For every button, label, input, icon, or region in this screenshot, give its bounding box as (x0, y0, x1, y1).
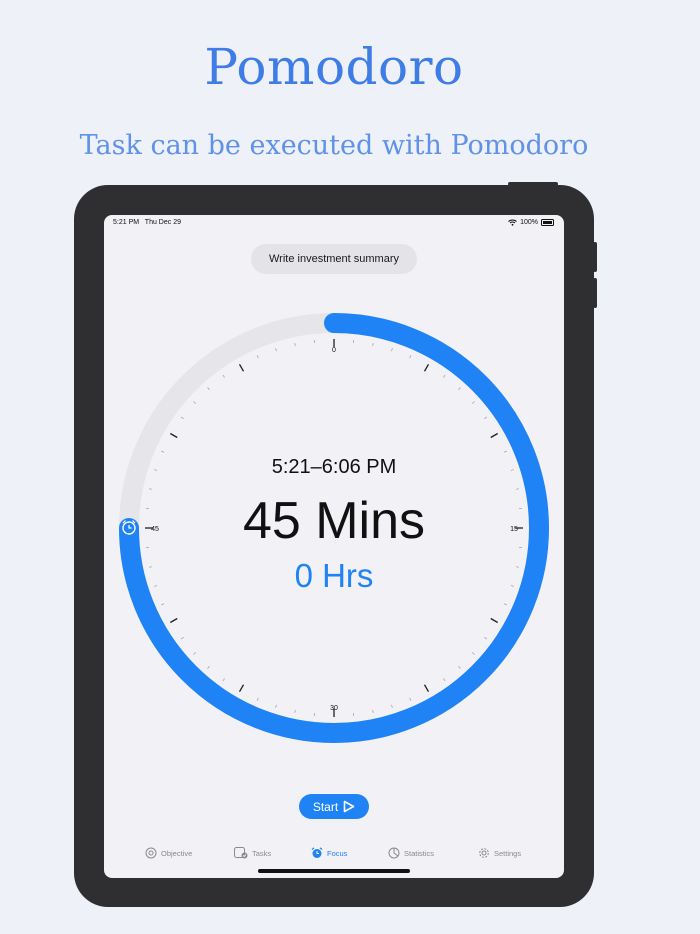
volume-up-button (593, 242, 597, 272)
minor-tick (443, 374, 446, 378)
dial-label-30: 30 (330, 705, 338, 712)
minor-tick (294, 343, 296, 347)
major-tick (169, 432, 178, 439)
tab-label-statistics: Statistics (404, 848, 435, 858)
tab-label-objective: Objective (161, 848, 193, 858)
start-button-label: Start (312, 799, 339, 814)
tasks-icon (234, 847, 248, 859)
major-tick (423, 684, 430, 693)
minor-tick (409, 697, 412, 701)
minor-tick (372, 709, 374, 713)
minor-tick (391, 704, 393, 708)
minor-tick (372, 343, 374, 347)
minor-tick (391, 348, 393, 352)
major-tick (169, 617, 178, 624)
minutes-label: 45 Mins (242, 492, 426, 550)
minor-tick (256, 697, 259, 701)
play-icon (343, 800, 355, 813)
minor-tick (275, 348, 277, 352)
minor-tick (180, 637, 184, 640)
hours-label: 0 Hrs (294, 557, 374, 594)
major-tick (490, 617, 499, 624)
start-button[interactable]: Start (299, 794, 369, 819)
tab-tasks[interactable]: Tasks (234, 847, 271, 859)
minor-tick (275, 704, 277, 708)
minor-tick (193, 401, 197, 404)
home-indicator (258, 869, 410, 873)
pie-chart-icon (388, 847, 400, 859)
minor-tick (222, 374, 225, 378)
volume-down-button (593, 278, 597, 308)
minor-tick (161, 450, 165, 453)
target-icon (145, 847, 157, 859)
hero-title: Pomodoro (204, 38, 464, 96)
minor-tick (409, 355, 412, 359)
minor-tick (471, 401, 475, 404)
minor-tick (193, 652, 197, 655)
tab-objective[interactable]: Objective (145, 847, 192, 859)
minor-tick (256, 355, 259, 359)
alarm-clock-icon (311, 847, 323, 858)
minor-tick (503, 450, 507, 453)
minor-tick (458, 387, 461, 391)
tab-label-settings: Settings (494, 848, 522, 858)
major-tick (423, 363, 430, 372)
tab-label-focus: Focus (327, 848, 348, 858)
minor-tick (503, 603, 507, 606)
minor-tick (515, 488, 519, 490)
minor-tick (294, 709, 296, 713)
top-button (508, 182, 558, 186)
minor-tick (222, 678, 225, 682)
minor-tick (443, 678, 446, 682)
minor-tick (471, 652, 475, 655)
tab-label-tasks: Tasks (252, 848, 272, 858)
minor-tick (207, 387, 210, 391)
tab-focus[interactable]: Focus (311, 847, 347, 859)
minor-tick (207, 665, 210, 669)
minor-tick (149, 488, 153, 490)
major-tick (238, 363, 245, 372)
tab-bar: Objective Tasks Focus Statistics Setting… (104, 847, 564, 867)
major-tick (490, 432, 499, 439)
gear-icon (479, 848, 489, 858)
time-range: 5:21–6:06 PM (271, 456, 397, 478)
major-tick (238, 684, 245, 693)
minor-tick (484, 416, 488, 419)
minor-tick (161, 603, 165, 606)
app-screen: 5:21 PM Thu Dec 29 100% Write investment… (104, 215, 564, 878)
hero-subtitle: Task can be executed with Pomodoro (79, 130, 589, 161)
tab-statistics[interactable]: Statistics (388, 847, 434, 859)
tab-settings[interactable]: Settings (478, 847, 521, 859)
minor-tick (458, 665, 461, 669)
dial-label-0: 0 (332, 347, 336, 354)
minor-tick (180, 416, 184, 419)
minor-tick (484, 637, 488, 640)
